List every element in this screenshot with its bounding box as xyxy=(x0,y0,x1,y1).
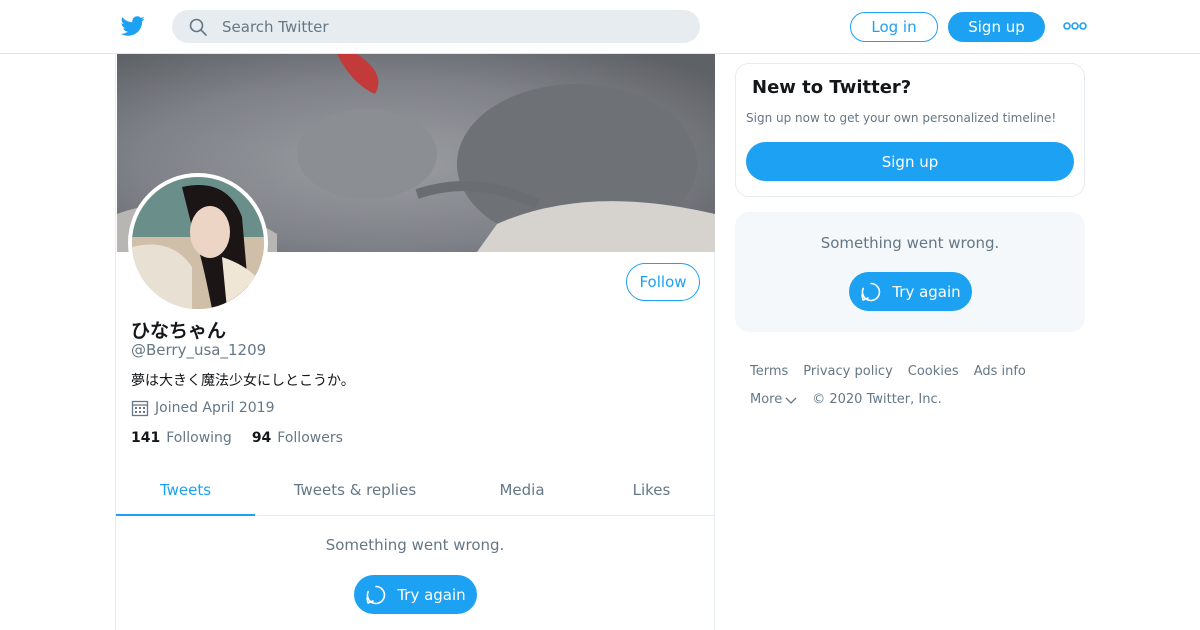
joined-date: Joined April 2019 xyxy=(131,399,275,417)
footer-more-label: More xyxy=(750,392,783,407)
followers-label: Followers xyxy=(277,430,343,446)
calendar-icon xyxy=(131,400,149,417)
profile-bio: 夢は大きく魔法少女にしとこうか。 xyxy=(131,373,355,389)
following-label: Following xyxy=(166,430,232,446)
search-box[interactable] xyxy=(172,10,700,43)
following-stat[interactable]: 141 Following xyxy=(131,430,232,446)
footer-link-terms[interactable]: Terms xyxy=(750,364,788,379)
following-count: 141 xyxy=(131,430,161,446)
try-again-label: Try again xyxy=(397,585,466,604)
timeline-error-message: Something went wrong. xyxy=(325,536,505,554)
new-to-twitter-card: New to Twitter? Sign up now to get your … xyxy=(735,63,1085,197)
sidebar-error-card: Something went wrong. Try again xyxy=(735,212,1085,332)
new-to-twitter-title: New to Twitter? xyxy=(752,77,912,98)
refresh-icon xyxy=(861,282,881,301)
avatar-photo xyxy=(132,177,264,309)
twitter-bird-icon[interactable] xyxy=(120,14,146,38)
followers-stat[interactable]: 94 Followers xyxy=(252,430,343,446)
timeline-try-again-button[interactable]: Try again xyxy=(354,575,477,614)
footer-copyright: © 2020 Twitter, Inc. xyxy=(812,392,942,407)
profile-name: ひなちゃん xyxy=(131,320,227,342)
profile-handle[interactable]: @Berry_usa_1209 xyxy=(131,341,266,359)
sidebar-try-again-button[interactable]: Try again xyxy=(849,272,972,311)
sidebar-signup-button[interactable]: Sign up xyxy=(746,142,1074,181)
search-input[interactable] xyxy=(222,10,682,43)
followers-count: 94 xyxy=(251,430,272,446)
tab-tweets[interactable]: Tweets xyxy=(116,464,255,516)
profile-stats: 141 Following 94 Followers xyxy=(131,430,363,446)
footer-link-privacy[interactable]: Privacy policy xyxy=(803,364,892,379)
signup-button[interactable]: Sign up xyxy=(948,12,1045,42)
top-navigation-bar: Log in Sign up xyxy=(0,0,1200,54)
search-icon xyxy=(189,18,207,36)
follow-button[interactable]: Follow xyxy=(626,263,700,301)
profile-tabs: Tweets Tweets & replies Media Likes xyxy=(116,464,714,516)
login-button[interactable]: Log in xyxy=(850,12,938,42)
profile-column: Follow ひなちゃん @Berry_usa_1209 夢は大きく魔法少女にし… xyxy=(115,54,715,630)
tab-media[interactable]: Media xyxy=(455,464,589,515)
try-again-label: Try again xyxy=(892,282,961,301)
footer-link-ads-info[interactable]: Ads info xyxy=(974,364,1026,379)
footer-more-menu[interactable]: More xyxy=(750,392,797,407)
more-dots-icon[interactable] xyxy=(1063,19,1087,33)
sidebar-footer: Terms Privacy policy Cookies Ads info Mo… xyxy=(750,364,1026,420)
avatar[interactable] xyxy=(128,173,268,313)
tab-tweets-replies[interactable]: Tweets & replies xyxy=(255,464,455,515)
refresh-icon xyxy=(366,585,386,604)
footer-link-cookies[interactable]: Cookies xyxy=(908,364,959,379)
chevron-down-icon xyxy=(785,397,797,404)
tab-likes[interactable]: Likes xyxy=(589,464,714,515)
sidebar-error-message: Something went wrong. xyxy=(820,234,1000,252)
new-to-twitter-text: Sign up now to get your own personalized… xyxy=(746,111,1057,125)
joined-text: Joined April 2019 xyxy=(155,400,275,416)
